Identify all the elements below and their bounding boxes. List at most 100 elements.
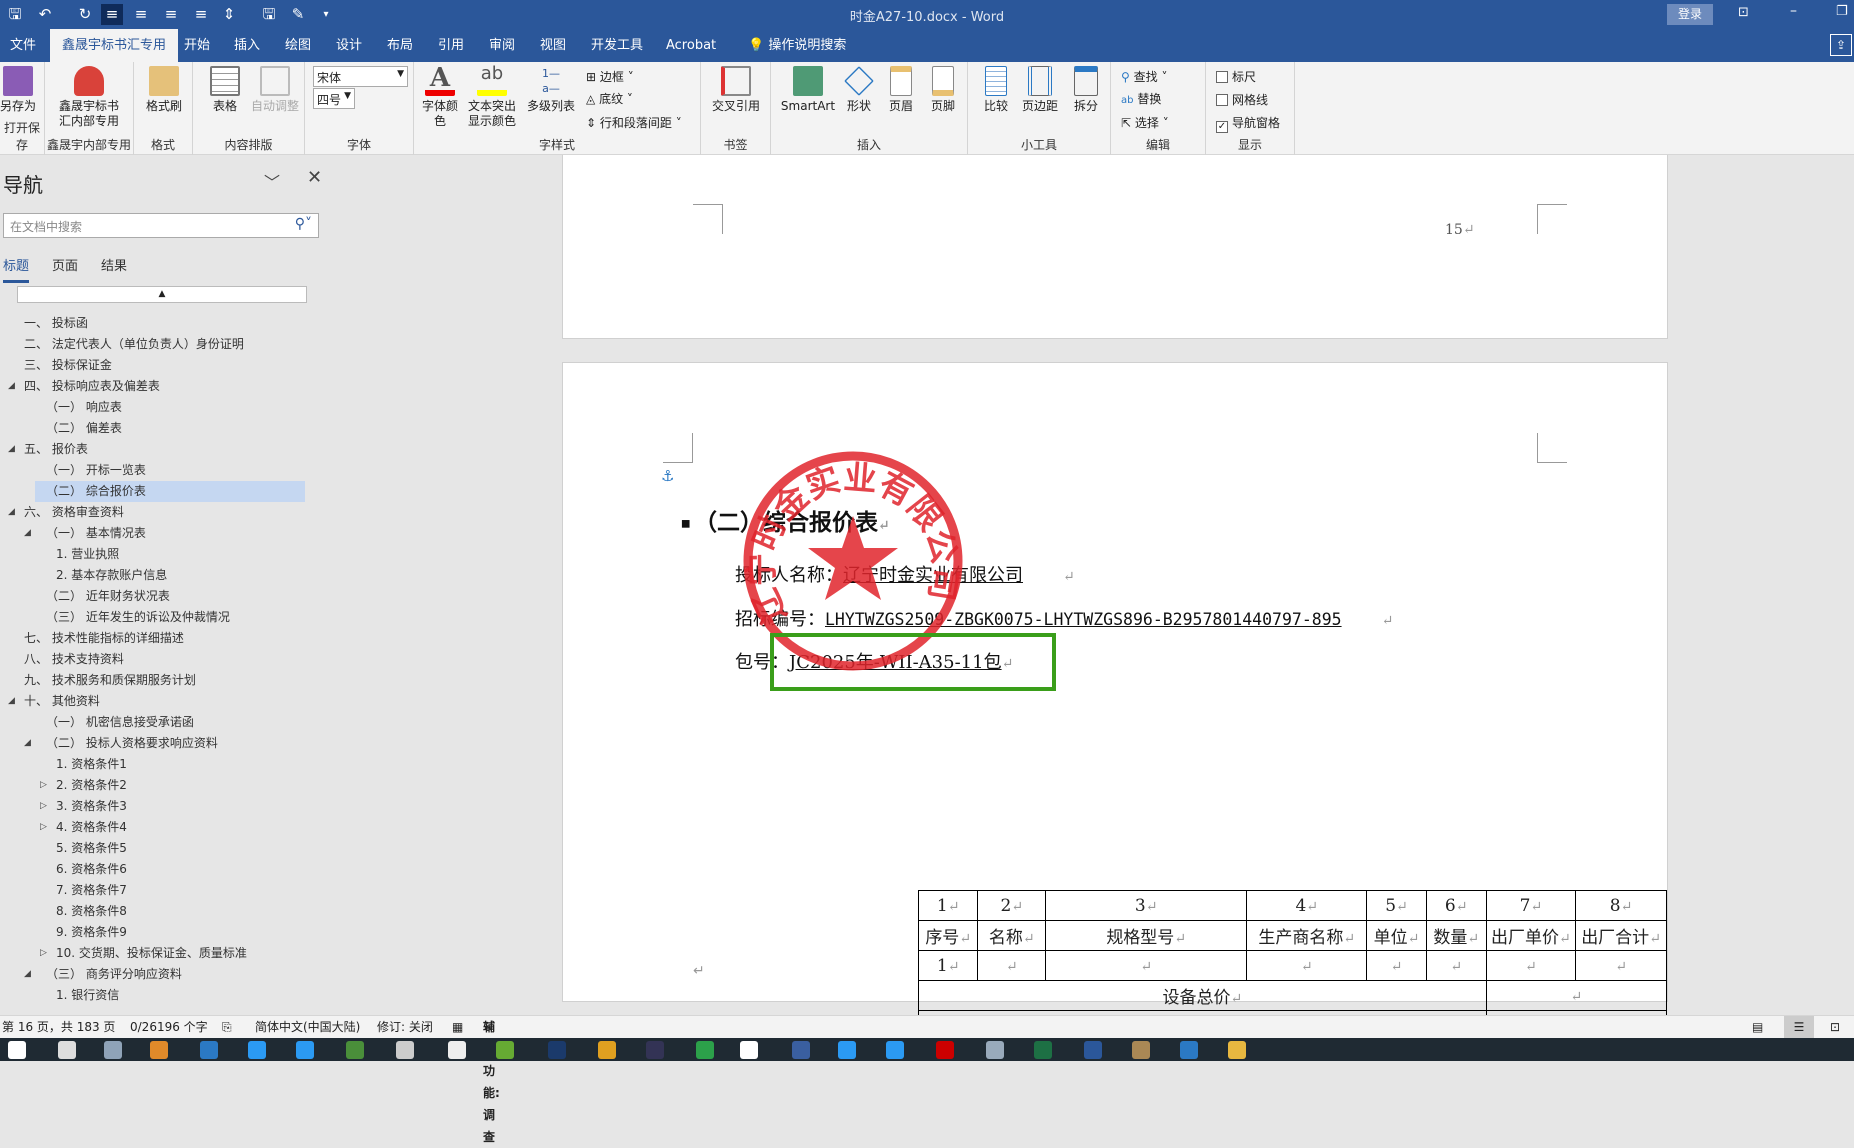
table-cell[interactable]: 单位↵ bbox=[1366, 920, 1427, 951]
shape-button[interactable]: 形状 bbox=[839, 66, 879, 114]
taskbar-app-icon[interactable] bbox=[792, 1041, 810, 1059]
table-cell[interactable]: 序号↵ bbox=[917, 920, 979, 951]
nav-heading-item[interactable]: 1. 营业执照 bbox=[0, 544, 320, 565]
table-cell[interactable]: 规格型号↵ bbox=[1045, 920, 1248, 951]
expanded-icon[interactable]: ◢ bbox=[24, 523, 31, 544]
tab-file[interactable]: 文件 bbox=[0, 29, 46, 62]
expanded-icon[interactable]: ◢ bbox=[8, 502, 15, 523]
table-button[interactable]: 表格 bbox=[205, 66, 245, 114]
nav-heading-item[interactable]: ▷ 3. 资格条件3 bbox=[0, 796, 320, 817]
expanded-icon[interactable]: ◢ bbox=[8, 439, 15, 460]
summary-value-cell[interactable]: ↵ bbox=[1485, 980, 1668, 1011]
tab-design[interactable]: 设计 bbox=[326, 29, 372, 62]
gridlines-checkbox[interactable]: 网格线 bbox=[1216, 91, 1268, 108]
nav-heading-item[interactable]: 9. 资格条件9 bbox=[0, 922, 320, 943]
nav-heading-item[interactable]: ◢ （一） 基本情况表 bbox=[0, 523, 320, 544]
autofit-button[interactable]: 自动调整 bbox=[247, 66, 303, 114]
table-cell[interactable]: 3↵ bbox=[1045, 890, 1248, 921]
table-cell[interactable]: 7↵ bbox=[1485, 890, 1577, 921]
collapsed-icon[interactable]: ▷ bbox=[40, 943, 47, 964]
track-changes[interactable]: 修订: 关闭 bbox=[377, 1016, 433, 1038]
taskbar-app-icon[interactable] bbox=[1228, 1041, 1246, 1059]
language[interactable]: 简体中文(中国大陆) bbox=[255, 1016, 360, 1038]
nav-tab-results[interactable]: 结果 bbox=[101, 255, 127, 274]
share-icon[interactable]: ⇪ bbox=[1830, 34, 1852, 56]
expanded-icon[interactable]: ◢ bbox=[8, 376, 15, 397]
shading-button[interactable]: ◬ 底纹 ˅ bbox=[586, 90, 633, 107]
table-cell[interactable]: 1↵ bbox=[917, 890, 979, 921]
taskbar-app-icon[interactable] bbox=[346, 1041, 364, 1059]
ruler-checkbox[interactable]: 标尺 bbox=[1216, 68, 1256, 85]
table-cell[interactable]: 8↵ bbox=[1575, 890, 1667, 921]
tab-view[interactable]: 视图 bbox=[530, 29, 576, 62]
restore-button[interactable]: ❐ bbox=[1836, 4, 1848, 19]
taskbar-app-icon[interactable] bbox=[1034, 1041, 1052, 1059]
nav-tab-pages[interactable]: 页面 bbox=[52, 255, 78, 274]
nav-heading-item[interactable]: 7. 资格条件7 bbox=[0, 880, 320, 901]
taskbar-app-icon[interactable] bbox=[696, 1041, 714, 1059]
nav-heading-item[interactable]: （三） 近年发生的诉讼及仲裁情况 bbox=[0, 607, 320, 628]
spacing-button[interactable]: ⇕ 行和段落间距 ˅ bbox=[586, 114, 682, 131]
taskbar-app-icon[interactable] bbox=[886, 1041, 904, 1059]
taskbar-app-icon[interactable] bbox=[200, 1041, 218, 1059]
internal-button[interactable]: 鑫晟宇标书 汇内部专用 bbox=[49, 66, 129, 129]
highlight-button[interactable]: ab 文本突出显示颜色 bbox=[464, 65, 520, 129]
compare-button[interactable]: 比较 bbox=[976, 66, 1016, 114]
taskbar-app-icon[interactable] bbox=[104, 1041, 122, 1059]
search-icon[interactable]: ⚲˅ bbox=[295, 216, 312, 232]
collapsed-icon[interactable]: ▷ bbox=[40, 817, 47, 838]
table-cell[interactable]: 生产商名称↵ bbox=[1246, 920, 1368, 951]
table-cell[interactable]: ↵ bbox=[1366, 950, 1427, 981]
collapsed-icon[interactable]: ▷ bbox=[40, 775, 47, 796]
font-size-select[interactable]: 四号 ▼ bbox=[313, 88, 355, 109]
read-mode-icon[interactable]: ▤ bbox=[1752, 1016, 1763, 1038]
nav-heading-item[interactable]: 一、 投标函 bbox=[0, 313, 320, 334]
replace-button[interactable]: ab 替换 bbox=[1121, 90, 1161, 107]
table-cell[interactable]: 1↵ bbox=[917, 950, 979, 981]
table-cell[interactable]: ↵ bbox=[1045, 950, 1248, 981]
expanded-icon[interactable]: ◢ bbox=[8, 691, 15, 712]
taskbar-app-icon[interactable] bbox=[1132, 1041, 1150, 1059]
nav-heading-item[interactable]: ▷ 10. 交货期、投标保证金、质量标准 bbox=[0, 943, 320, 964]
taskbar-app-icon[interactable] bbox=[646, 1041, 664, 1059]
table-cell[interactable]: 4↵ bbox=[1246, 890, 1368, 921]
table-cell[interactable]: ↵ bbox=[1485, 950, 1577, 981]
nav-heading-item[interactable]: ◢ 五、 报价表 bbox=[0, 439, 320, 460]
tab-xinshengyu[interactable]: 鑫晟宇标书汇专用 bbox=[50, 29, 179, 62]
tab-acrobat[interactable]: Acrobat bbox=[656, 29, 726, 62]
tab-insert[interactable]: 插入 bbox=[224, 29, 270, 62]
taskbar-app-icon[interactable] bbox=[448, 1041, 466, 1059]
minimize-button[interactable]: – bbox=[1790, 3, 1797, 19]
nav-heading-item[interactable]: （一） 机密信息接受承诺函 bbox=[0, 712, 320, 733]
taskbar-app-icon[interactable] bbox=[248, 1041, 266, 1059]
taskbar-app-icon[interactable] bbox=[548, 1041, 566, 1059]
taskbar-app-icon[interactable] bbox=[396, 1041, 414, 1059]
select-button[interactable]: ⇱ 选择 ˅ bbox=[1121, 114, 1169, 131]
font-name-select[interactable]: 宋体 ▼ bbox=[313, 66, 408, 87]
nav-heading-item[interactable]: 2. 基本存款账户信息 bbox=[0, 565, 320, 586]
margins-button[interactable]: 页边距 bbox=[1018, 66, 1062, 114]
format-painter-button[interactable]: 格式刷 bbox=[142, 66, 186, 114]
split-button[interactable]: 拆分 bbox=[1066, 66, 1106, 114]
nav-heading-item[interactable]: 5. 资格条件5 bbox=[0, 838, 320, 859]
nav-heading-item[interactable]: 八、 技术支持资料 bbox=[0, 649, 320, 670]
table-cell[interactable]: 名称↵ bbox=[977, 920, 1047, 951]
find-button[interactable]: ⚲ 查找 ˅ bbox=[1121, 68, 1167, 85]
proofing-icon[interactable]: ⎘ bbox=[222, 1016, 232, 1038]
tab-draw[interactable]: 绘图 bbox=[275, 29, 321, 62]
macro-icon[interactable]: ▦ bbox=[452, 1016, 463, 1038]
nav-heading-item[interactable]: 8. 资格条件8 bbox=[0, 901, 320, 922]
nav-heading-item[interactable]: ◢ 十、 其他资料 bbox=[0, 691, 320, 712]
collapsed-icon[interactable]: ▷ bbox=[40, 796, 47, 817]
table-cell[interactable]: 5↵ bbox=[1366, 890, 1427, 921]
nav-heading-item[interactable]: ▷ 2. 资格条件2 bbox=[0, 775, 320, 796]
header-button[interactable]: 页眉 bbox=[881, 66, 921, 114]
table-cell[interactable]: 6↵ bbox=[1425, 890, 1487, 921]
nav-heading-item[interactable]: 二、 法定代表人（单位负责人）身份证明 bbox=[0, 334, 320, 355]
table-cell[interactable]: ↵ bbox=[1246, 950, 1368, 981]
table-cell[interactable]: ↵ bbox=[977, 950, 1047, 981]
nav-tab-headings[interactable]: 标题 bbox=[3, 255, 30, 283]
tell-me-search[interactable]: 💡 操作说明搜索 bbox=[738, 29, 856, 62]
taskbar-app-icon[interactable] bbox=[1084, 1041, 1102, 1059]
page-count[interactable]: 第 16 页，共 183 页 bbox=[2, 1016, 115, 1038]
